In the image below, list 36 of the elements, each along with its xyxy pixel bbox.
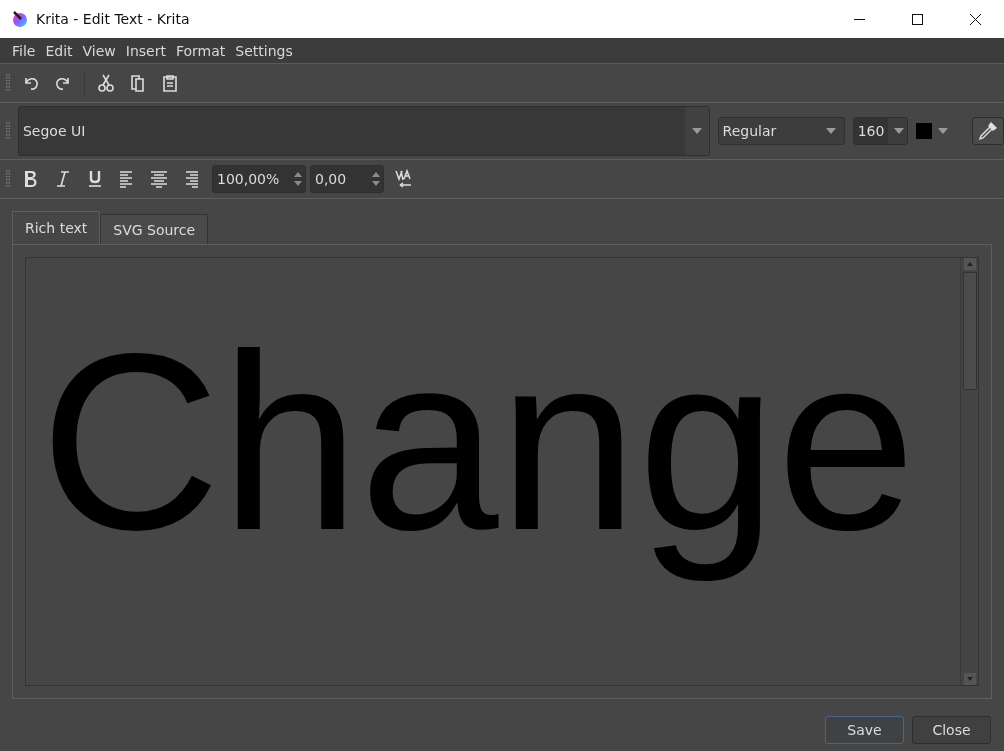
toolbar-grip-icon[interactable] xyxy=(6,122,10,140)
dialog-button[interactable]: Save xyxy=(825,715,904,744)
app-logo-icon xyxy=(12,11,28,27)
maximize-icon xyxy=(911,13,923,25)
window-title: Krita - Edit Text - Krita xyxy=(36,11,191,27)
toolbar-grip-icon[interactable] xyxy=(6,170,10,188)
font-style-dropdown[interactable]: Regular xyxy=(717,117,845,145)
dropdown-arrow-icon xyxy=(825,128,836,134)
menu-item[interactable]: Format xyxy=(170,42,231,59)
spin-arrows-icon[interactable] xyxy=(371,170,381,188)
color-swatch[interactable] xyxy=(916,123,933,139)
dropdown-arrow-icon xyxy=(894,128,905,134)
font-family-dropdown[interactable]: Segoe UI xyxy=(17,106,710,156)
minimize-icon xyxy=(853,18,865,20)
close-icon xyxy=(969,13,981,25)
menu-item[interactable]: File xyxy=(7,42,41,59)
spin-arrows-icon[interactable] xyxy=(293,170,303,188)
line-height-field[interactable]: 100,00% xyxy=(212,165,306,193)
cut-icon[interactable] xyxy=(95,72,117,94)
toolbar-grip-icon[interactable] xyxy=(6,74,10,92)
dropdown-arrow-icon xyxy=(938,128,949,134)
align-center-icon[interactable] xyxy=(148,168,170,190)
menu-item[interactable]: View xyxy=(77,42,121,59)
menu-item[interactable]: Settings xyxy=(230,42,298,59)
tab[interactable]: Rich text xyxy=(12,211,101,244)
eyedropper-icon xyxy=(978,121,999,141)
tab[interactable]: SVG Source xyxy=(100,214,209,244)
menu-item[interactable]: Edit xyxy=(40,42,78,59)
font-size-dropdown[interactable]: 160 xyxy=(852,117,909,145)
dropdown-arrow-icon xyxy=(691,128,702,134)
menu-item[interactable]: Insert xyxy=(120,42,171,59)
eyedropper-button[interactable] xyxy=(972,117,1004,145)
scrollbar-thumb[interactable] xyxy=(962,272,977,390)
letter-spacing-field[interactable]: 0,00 xyxy=(310,165,384,193)
editor-text: Change xyxy=(39,302,917,584)
dialog-button[interactable]: Close xyxy=(912,715,991,744)
